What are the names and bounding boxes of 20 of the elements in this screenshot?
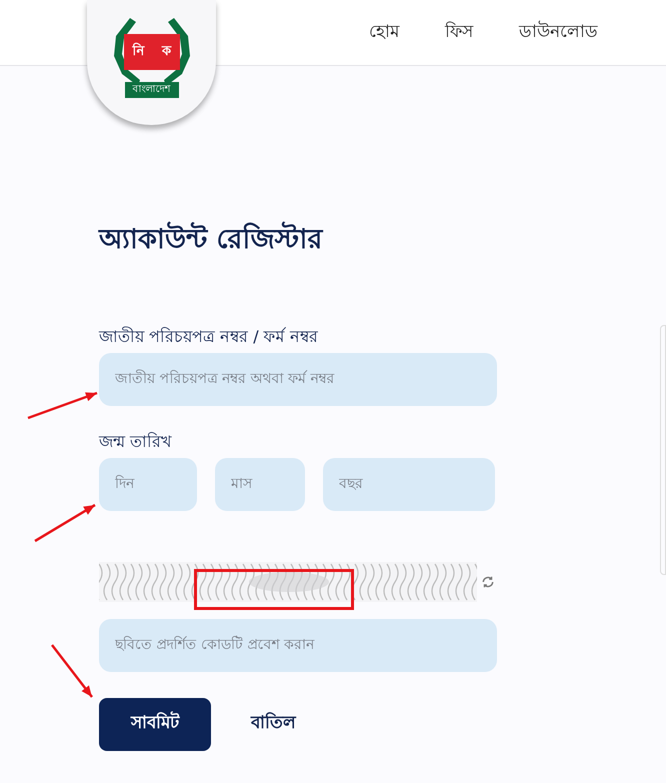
input-field[interactable]: বছর	[323, 458, 495, 510]
logo-letter: নি	[132, 42, 144, 62]
submit-button[interactable]: সাবমিট	[99, 698, 211, 750]
annotation-arrow	[34, 504, 96, 542]
logo-letter: ক	[162, 43, 171, 62]
input-field[interactable]: জাতীয় পরিচয়পত্র নম্বর অথবা ফর্ম নম্বর	[99, 352, 497, 406]
input-field[interactable]: ছবিতে প্রদর্শিত কোডটি প্রবেশ করান	[99, 618, 497, 672]
field-label: জাতীয় পরিচয়পত্র নম্বর / ফর্ম নম্বর	[99, 326, 319, 348]
page-title: অ্যাকাউন্ট রেজিস্টার	[99, 220, 596, 260]
annotation-arrow	[51, 644, 93, 698]
cancel-button[interactable]: বাতিল	[251, 711, 296, 737]
refresh-icon[interactable]	[481, 574, 495, 588]
input-field[interactable]: দিন	[99, 458, 197, 510]
nav-link[interactable]: ফিস	[445, 20, 473, 46]
logo-ribbon: বাংলাদেশ	[124, 82, 178, 98]
input-field[interactable]: মাস	[215, 458, 305, 510]
nav-link[interactable]: হোম	[369, 20, 399, 46]
annotation-arrow	[28, 392, 98, 420]
field-label: জন্ম তারিখ	[99, 430, 174, 452]
nav-link[interactable]: ডাউনলোড	[519, 20, 598, 46]
